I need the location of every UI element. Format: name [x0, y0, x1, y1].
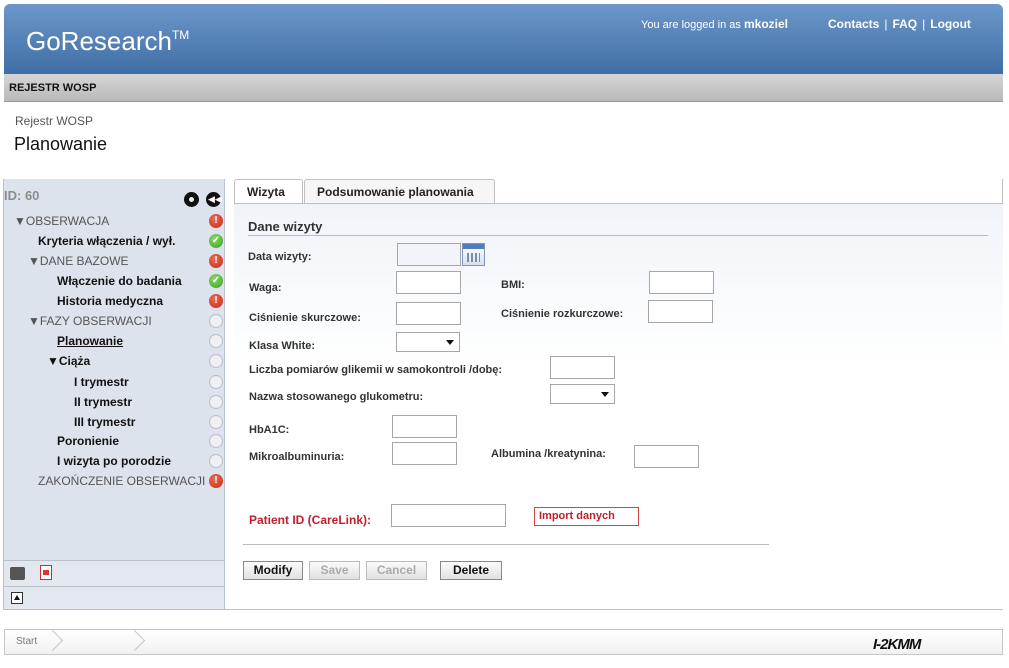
divider	[243, 544, 769, 545]
tree-item-wlaczenie[interactable]: Włączenie do badania	[57, 272, 182, 290]
klasa-white-label: Klasa White:	[249, 340, 316, 352]
hba1c-label: HbA1C:	[249, 424, 290, 436]
delete-button[interactable]: Delete	[440, 561, 502, 580]
record-id: ID: 60	[4, 188, 40, 203]
rewind-icon[interactable]: ◀◀	[206, 192, 222, 207]
import-button[interactable]: Import danych	[534, 507, 639, 526]
start-crumb[interactable]: Start	[16, 636, 37, 647]
cisnienie-rozkurczowe-label: Ciśnienie rozkurczowe:	[501, 308, 624, 320]
nazwa-glukometru-label: Nazwa stosowanego glukometru:	[249, 391, 424, 403]
app-header: GoResearchTM You are logged in as mkozie…	[4, 4, 1003, 74]
empty-status-icon	[209, 375, 223, 389]
sidebar-collapse-bar	[4, 586, 224, 609]
logged-in-prefix: You are logged in as	[641, 19, 741, 31]
module-bar[interactable]: REJESTR WOSP	[4, 74, 1003, 102]
cisnienie-skurczowe-label: Ciśnienie skurczowe:	[249, 312, 361, 324]
hba1c-input[interactable]	[392, 415, 457, 438]
tree-item-historia[interactable]: Historia medyczna	[57, 292, 163, 310]
page-title: Planowanie	[14, 134, 108, 154]
cisnienie-skurczowe-input[interactable]	[396, 302, 461, 325]
tree-item-kryteria[interactable]: Kryteria włączenia / wył.	[38, 232, 175, 250]
modify-button[interactable]: Modify	[243, 561, 303, 580]
top-links: Contacts | FAQ | Logout	[828, 17, 971, 31]
empty-status-icon	[209, 395, 223, 409]
tree-item-fazy[interactable]: ▼FAZY OBSERWACJI	[28, 312, 152, 330]
logged-in-info: You are logged in as mkoziel	[641, 17, 788, 31]
username: mkoziel	[743, 17, 788, 31]
tree-item-ciaza[interactable]: ▼Ciąża	[47, 352, 90, 370]
section-title: Dane wizyty	[248, 219, 323, 234]
bmi-input[interactable]	[649, 271, 714, 294]
klasa-white-select[interactable]	[396, 332, 460, 352]
record-icon[interactable]	[184, 192, 199, 207]
faq-link[interactable]: FAQ	[892, 17, 917, 31]
footer-logo: I-2KMM	[873, 636, 921, 653]
patient-id-label: Patient ID (CareLink):	[249, 513, 372, 527]
bmi-label: BMI:	[501, 279, 525, 291]
sidebar: ID: 60 ◀◀ ▼OBSERWACJA ! Kryteria włączen…	[4, 179, 225, 609]
contacts-link[interactable]: Contacts	[828, 17, 879, 31]
breadcrumb[interactable]: Rejestr WOSP	[15, 114, 93, 128]
patient-id-input[interactable]	[391, 504, 506, 527]
divider	[248, 235, 988, 236]
empty-status-icon	[209, 454, 223, 468]
tab-wizyta[interactable]: Wizyta	[234, 179, 303, 203]
waga-label: Waga:	[249, 282, 282, 294]
printer-icon[interactable]	[10, 567, 25, 580]
albumina-input[interactable]	[634, 445, 699, 468]
trademark: TM	[171, 28, 190, 42]
mikroalbuminuria-label: Mikroalbuminuria:	[249, 451, 345, 463]
cancel-button[interactable]: Cancel	[366, 561, 427, 580]
data-wizyty-label: Data wizyty:	[248, 251, 312, 263]
albumina-label: Albumina /kreatynina:	[491, 448, 606, 460]
calendar-icon[interactable]	[462, 243, 485, 266]
pdf-icon[interactable]	[40, 565, 52, 580]
save-button[interactable]: Save	[309, 561, 360, 580]
separator: |	[884, 17, 888, 31]
cisnienie-rozkurczowe-input[interactable]	[648, 300, 713, 323]
error-status-icon: !	[209, 214, 223, 228]
chevron-right-icon	[127, 629, 139, 655]
empty-status-icon	[209, 314, 223, 328]
separator: |	[922, 17, 926, 31]
liczba-pomiarow-input[interactable]	[550, 356, 615, 379]
empty-status-icon	[209, 354, 223, 368]
waga-input[interactable]	[396, 271, 461, 294]
form-area	[234, 203, 1003, 609]
nazwa-glukometru-select[interactable]	[550, 384, 615, 404]
tree-item-dane-bazowe[interactable]: ▼DANE BAZOWE	[28, 252, 129, 270]
footer-bar: Start I-2KMM	[4, 629, 1003, 655]
empty-status-icon	[209, 334, 223, 348]
tree-item-obserwacja[interactable]: ▼OBSERWACJA	[14, 212, 109, 230]
tree-item-i-trymestr[interactable]: I trymestr	[74, 373, 129, 391]
app-name: GoResearch	[26, 26, 172, 56]
collapse-icon[interactable]	[11, 592, 23, 604]
tab-podsumowanie[interactable]: Podsumowanie planowania	[304, 179, 495, 203]
ok-status-icon: ✓	[209, 274, 223, 288]
liczba-pomiarow-label: Liczba pomiarów glikemii w samokontroli …	[249, 364, 503, 376]
app-logo: GoResearchTM	[26, 26, 189, 57]
logout-link[interactable]: Logout	[930, 17, 971, 31]
chevron-right-icon	[45, 629, 57, 655]
ok-status-icon: ✓	[209, 234, 223, 248]
tree-item-iii-trymestr[interactable]: III trymestr	[74, 413, 135, 431]
tree-item-ii-trymestr[interactable]: II trymestr	[74, 393, 132, 411]
empty-status-icon	[209, 434, 223, 448]
tree-item-zakonczenie[interactable]: ZAKOŃCZENIE OBSERWACJI	[38, 472, 205, 490]
tree-item-i-wizyta[interactable]: I wizyta po porodzie	[57, 452, 171, 470]
error-status-icon: !	[209, 474, 223, 488]
tree-item-poronienie[interactable]: Poronienie	[57, 432, 119, 450]
error-status-icon: !	[209, 254, 223, 268]
mikroalbuminuria-input[interactable]	[392, 442, 457, 465]
empty-status-icon	[209, 415, 223, 429]
tree-item-planowanie[interactable]: Planowanie	[57, 332, 123, 350]
error-status-icon: !	[209, 294, 223, 308]
sidebar-toolbar	[4, 560, 224, 586]
data-wizyty-input[interactable]	[397, 243, 461, 266]
